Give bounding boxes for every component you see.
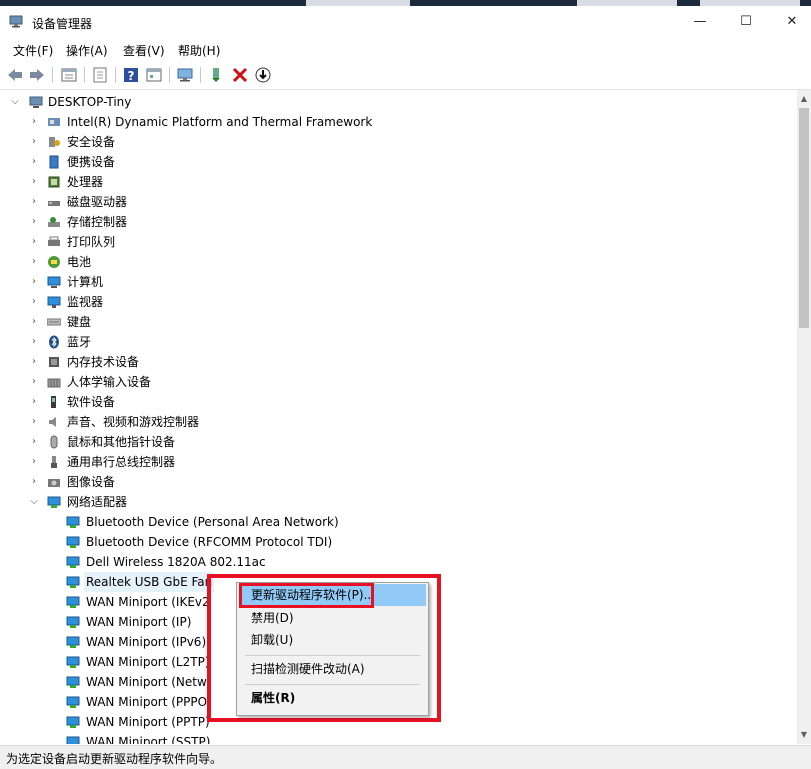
monitor-icon bbox=[47, 296, 61, 308]
network-adapter-icon bbox=[47, 496, 61, 508]
title-bar: 设备管理器 — ☐ ✕ bbox=[0, 6, 811, 38]
status-bar: 为选定设备启动更新驱动程序软件向导。 bbox=[0, 745, 811, 769]
status-text: 为选定设备启动更新驱动程序软件向导。 bbox=[6, 752, 223, 766]
chevron-right-icon[interactable]: › bbox=[29, 272, 39, 292]
vertical-scrollbar[interactable]: ▲ ▼ bbox=[797, 90, 811, 744]
chevron-right-icon[interactable]: › bbox=[29, 312, 39, 332]
network-adapter-icon bbox=[66, 616, 80, 628]
menu-action[interactable]: 操作(A) bbox=[64, 42, 110, 59]
portable-device-icon bbox=[49, 155, 59, 169]
context-scan-hardware[interactable]: 扫描检测硬件改动(A) bbox=[239, 658, 426, 680]
chevron-right-icon[interactable]: › bbox=[29, 152, 39, 172]
hid-icon bbox=[47, 378, 61, 388]
network-adapter-icon bbox=[66, 576, 80, 588]
menu-view[interactable]: 查看(V) bbox=[121, 42, 167, 59]
printer-icon bbox=[48, 236, 60, 246]
highlight-frame-update bbox=[239, 583, 374, 608]
chevron-right-icon[interactable]: › bbox=[29, 232, 39, 252]
thermal-framework-icon bbox=[48, 118, 60, 126]
chevron-right-icon[interactable]: › bbox=[29, 412, 39, 432]
chevron-right-icon[interactable]: › bbox=[29, 352, 39, 372]
network-adapter-icon bbox=[66, 716, 80, 728]
chevron-right-icon[interactable]: › bbox=[29, 392, 39, 412]
scroll-down-icon[interactable]: ▼ bbox=[797, 728, 811, 742]
update-driver-icon[interactable] bbox=[208, 66, 226, 84]
chevron-right-icon[interactable]: › bbox=[29, 332, 39, 352]
properties-icon[interactable] bbox=[60, 66, 78, 84]
view-icon[interactable] bbox=[145, 66, 163, 84]
context-uninstall[interactable]: 卸载(U) bbox=[239, 629, 426, 651]
scroll-up-icon[interactable]: ▲ bbox=[797, 92, 811, 106]
chevron-down-icon[interactable]: ⌵ bbox=[10, 92, 20, 112]
toolbar: ? bbox=[0, 61, 811, 90]
processor-icon bbox=[48, 176, 60, 188]
speaker-icon bbox=[49, 417, 56, 427]
download-icon[interactable] bbox=[254, 66, 272, 84]
computer-icon bbox=[47, 276, 61, 288]
chevron-right-icon[interactable]: › bbox=[29, 292, 39, 312]
network-adapter-icon bbox=[66, 656, 80, 668]
network-adapter-icon bbox=[66, 676, 80, 688]
device-manager-app-icon bbox=[9, 15, 23, 28]
battery-icon bbox=[48, 256, 60, 268]
back-icon[interactable] bbox=[6, 66, 24, 84]
chevron-right-icon[interactable]: › bbox=[29, 112, 39, 132]
bluetooth-icon bbox=[49, 335, 59, 349]
show-hidden-icon[interactable] bbox=[91, 66, 109, 84]
software-device-icon bbox=[51, 396, 56, 408]
monitor-icon[interactable] bbox=[176, 66, 194, 84]
uninstall-icon[interactable] bbox=[231, 66, 249, 84]
minimize-button[interactable]: — bbox=[680, 6, 720, 38]
camera-icon bbox=[48, 479, 60, 487]
context-separator bbox=[245, 655, 420, 656]
chevron-right-icon[interactable]: › bbox=[29, 252, 39, 272]
help-icon[interactable]: ? bbox=[122, 66, 140, 84]
network-adapter-icon bbox=[66, 696, 80, 708]
chevron-right-icon[interactable]: › bbox=[29, 132, 39, 152]
chevron-right-icon[interactable]: › bbox=[29, 212, 39, 232]
chevron-right-icon[interactable]: › bbox=[29, 452, 39, 472]
memory-device-icon bbox=[49, 357, 59, 367]
chevron-down-icon[interactable]: ⌵ bbox=[29, 492, 39, 512]
usb-controller-icon bbox=[51, 456, 57, 468]
network-adapter-icon bbox=[66, 536, 80, 548]
maximize-button[interactable]: ☐ bbox=[726, 6, 766, 38]
network-adapter-icon bbox=[66, 516, 80, 528]
tree-root-label: DESKTOP-Tiny bbox=[48, 95, 132, 109]
chevron-right-icon[interactable]: › bbox=[29, 432, 39, 452]
context-disable[interactable]: 禁用(D) bbox=[239, 607, 426, 629]
network-adapter-icon bbox=[66, 556, 80, 568]
menu-file[interactable]: 文件(F) bbox=[11, 42, 55, 59]
window-title: 设备管理器 bbox=[32, 17, 93, 31]
forward-icon[interactable] bbox=[28, 66, 46, 84]
storage-controller-icon bbox=[48, 217, 60, 227]
close-button[interactable]: ✕ bbox=[772, 6, 811, 38]
computer-icon bbox=[29, 96, 43, 108]
mouse-icon bbox=[50, 435, 58, 449]
scroll-thumb[interactable] bbox=[799, 108, 809, 328]
network-adapter-icon bbox=[66, 636, 80, 648]
network-adapter-icon bbox=[66, 596, 80, 608]
network-adapter-icon bbox=[66, 736, 80, 744]
chevron-right-icon[interactable]: › bbox=[29, 192, 39, 212]
menu-help[interactable]: 帮助(H) bbox=[176, 42, 222, 59]
chevron-right-icon[interactable]: › bbox=[29, 372, 39, 392]
svg-text:?: ? bbox=[128, 69, 135, 83]
disk-drive-icon bbox=[48, 201, 60, 206]
chevron-right-icon[interactable]: › bbox=[29, 172, 39, 192]
context-separator bbox=[245, 684, 420, 685]
menu-bar: 文件(F) 操作(A) 查看(V) 帮助(H) bbox=[0, 38, 811, 60]
context-properties[interactable]: 属性(R) bbox=[239, 687, 426, 709]
keyboard-icon bbox=[47, 318, 61, 326]
chevron-right-icon[interactable]: › bbox=[29, 472, 39, 492]
security-device-icon bbox=[49, 137, 60, 147]
